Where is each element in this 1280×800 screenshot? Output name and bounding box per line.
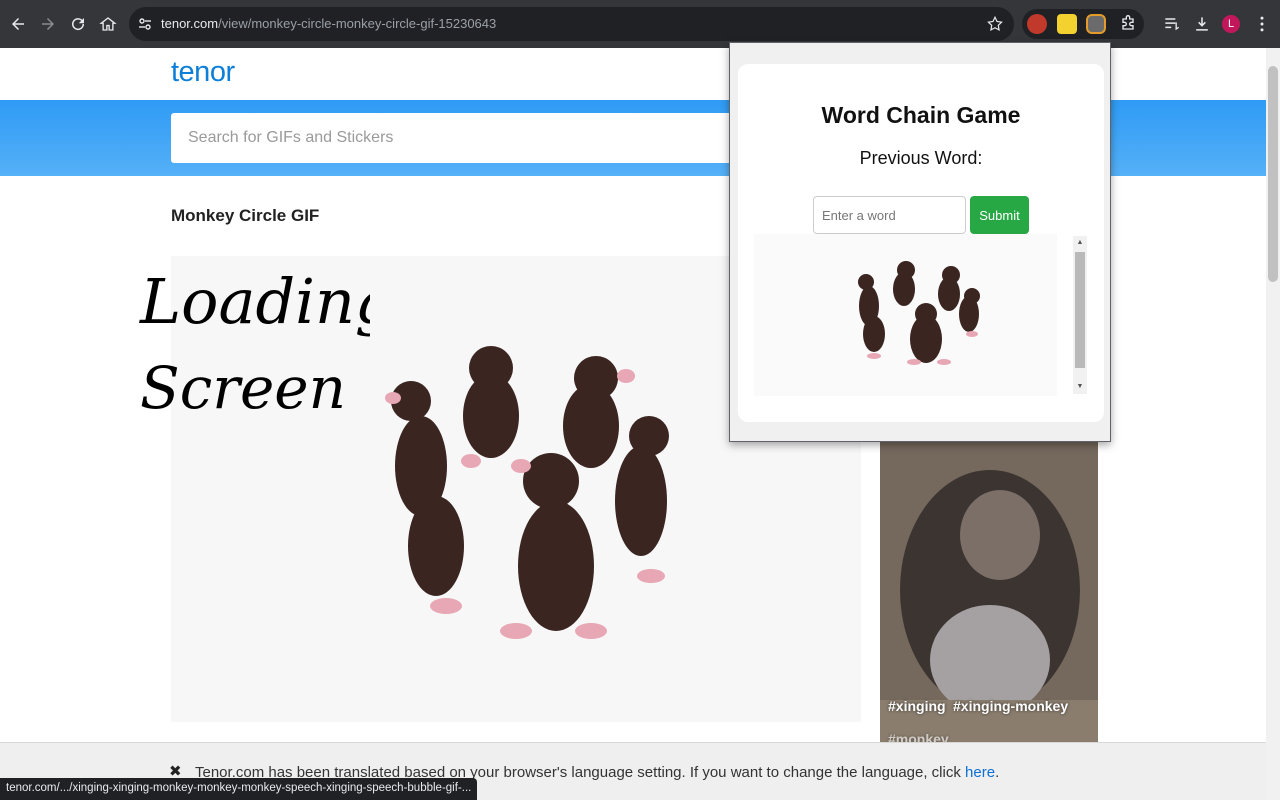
previous-word-label: Previous Word: xyxy=(859,148,983,168)
page-scrollbar-thumb[interactable] xyxy=(1268,66,1278,282)
bookmark-star-icon[interactable] xyxy=(986,15,1004,33)
back-arrow-icon xyxy=(12,18,24,30)
url-host: tenor.com xyxy=(161,16,219,31)
home-icon xyxy=(99,17,117,31)
gif-title: Monkey Circle GIF xyxy=(171,206,320,225)
browser-toolbar: tenor.com/view/monkey-circle-monkey-circ… xyxy=(0,0,1280,48)
url-path: /view/monkey-circle-monkey-circle-gif-15… xyxy=(218,16,497,31)
handwriting-line1: Loading xyxy=(139,265,370,338)
scroll-down-arrow-icon[interactable]: ▼ xyxy=(1073,380,1087,394)
scroll-up-arrow-icon[interactable]: ▲ xyxy=(1073,236,1087,250)
word-chain-extension-icon[interactable] xyxy=(1086,14,1106,34)
download-icon[interactable] xyxy=(1192,14,1212,34)
word-input[interactable] xyxy=(813,196,966,234)
loading-gif xyxy=(754,234,1057,396)
extensions-puzzle-icon[interactable] xyxy=(1118,14,1138,34)
reload-button[interactable] xyxy=(64,10,92,38)
translation-message-suffix: . xyxy=(995,764,1000,781)
word-chain-card: Word Chain Game Previous Word: Submit xyxy=(738,64,1104,422)
menu-kebab-icon[interactable] xyxy=(1252,14,1272,34)
tag-xinging-monkey[interactable]: #xinging-monkey xyxy=(953,698,1068,714)
home-button[interactable] xyxy=(94,10,122,38)
yellow-extension-icon[interactable] xyxy=(1057,14,1077,34)
address-bar[interactable]: tenor.com/view/monkey-circle-monkey-circ… xyxy=(129,7,1014,41)
gif-search-input[interactable] xyxy=(171,113,771,163)
forward-arrow-icon xyxy=(42,18,54,30)
url-text: tenor.com/view/monkey-circle-monkey-circ… xyxy=(161,16,496,31)
site-settings-icon[interactable] xyxy=(137,16,153,32)
status-bar-url: tenor.com/.../xinging-xinging-monkey-mon… xyxy=(0,778,478,800)
popup-scrollbar-thumb[interactable] xyxy=(1075,252,1085,368)
stop-hand-extension-icon[interactable] xyxy=(1027,14,1047,34)
extension-popup: Word Chain Game Previous Word: Submit xyxy=(729,42,1111,442)
reload-icon xyxy=(72,18,85,31)
tag-xinging[interactable]: #xinging xyxy=(888,698,946,714)
change-language-link[interactable]: here xyxy=(965,764,995,781)
submit-button[interactable]: Submit xyxy=(970,196,1029,234)
forward-button[interactable] xyxy=(34,10,62,38)
back-button[interactable] xyxy=(4,10,32,38)
profile-avatar[interactable]: L xyxy=(1222,15,1240,33)
popup-scrollbar[interactable]: ▲ ▼ xyxy=(1073,236,1087,394)
popup-title: Word Chain Game xyxy=(821,102,1021,128)
reading-list-icon[interactable] xyxy=(1162,14,1182,34)
monkey-circle-thumbnail xyxy=(858,261,980,365)
handwritten-overlay: Loading Screen xyxy=(139,265,370,422)
handwriting-line2: Screen xyxy=(140,354,346,422)
page-scrollbar[interactable] xyxy=(1266,48,1280,800)
tenor-logo[interactable]: tenor xyxy=(171,56,235,89)
